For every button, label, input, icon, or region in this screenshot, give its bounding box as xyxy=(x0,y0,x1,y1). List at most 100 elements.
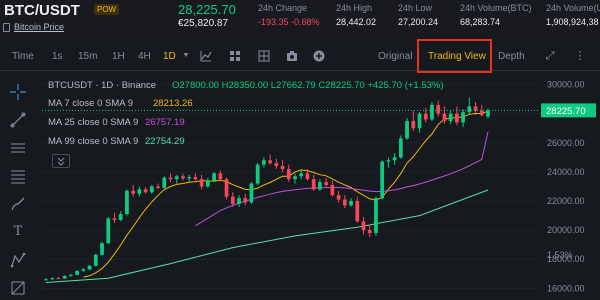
interval-1h[interactable]: 1H xyxy=(112,51,125,62)
tab-time[interactable]: Time xyxy=(12,51,34,62)
candle-body xyxy=(455,113,459,123)
candle-body xyxy=(262,160,266,165)
candle-body xyxy=(336,195,341,200)
candle-body xyxy=(112,218,117,220)
camera-icon[interactable] xyxy=(286,50,298,62)
candle-body xyxy=(342,199,347,206)
candle-body xyxy=(118,214,123,220)
view-original[interactable]: Original xyxy=(378,51,412,62)
candle-body xyxy=(75,270,79,275)
interval-4h[interactable]: 4H xyxy=(138,51,151,62)
candle-body xyxy=(218,173,223,180)
candle-body xyxy=(268,160,272,164)
candle-body xyxy=(423,113,428,120)
candle-body xyxy=(100,243,104,255)
collapse-legend-icon[interactable] xyxy=(52,154,70,168)
y-tick-label: 20000.00 xyxy=(547,225,585,235)
stat-label-volume-btc: 24h Volume(BTC) xyxy=(460,3,532,13)
candle-body xyxy=(305,173,310,180)
dropdown-caret-icon[interactable]: ▼ xyxy=(180,50,192,62)
candle-body xyxy=(293,176,297,180)
candle-body xyxy=(168,177,173,180)
candle-body xyxy=(398,138,403,158)
last-price-fiat: €25,820.87 xyxy=(178,18,229,29)
candle-body xyxy=(467,106,472,113)
candle-body xyxy=(131,190,136,194)
candle-body xyxy=(448,113,453,121)
ma7-value: 28213.26 xyxy=(153,98,193,109)
candle-body xyxy=(137,189,142,194)
chart-toolbar: Time 1s 15m 1H 4H 1D ▼ Original Trading … xyxy=(0,44,600,71)
candle-body xyxy=(486,110,490,117)
more-icon[interactable]: ⋮ xyxy=(574,50,586,62)
candle-body xyxy=(44,279,48,281)
candle-body xyxy=(286,168,291,180)
interval-15m[interactable]: 15m xyxy=(78,51,97,62)
candle-body xyxy=(69,274,73,276)
view-depth[interactable]: Depth xyxy=(498,51,525,62)
stat-value-volume-btc: 68,283.74 xyxy=(460,17,501,27)
candle-body xyxy=(430,104,434,120)
candle-body xyxy=(349,201,353,206)
stat-value-high: 28,442.02 xyxy=(336,17,377,27)
chart-settings-icon[interactable] xyxy=(229,50,241,62)
candle-body xyxy=(361,221,366,231)
stat-value-change: -193.35 -0.68% xyxy=(258,17,320,27)
candle-body xyxy=(212,173,216,181)
stat-label-high: 24h High xyxy=(336,3,373,13)
candle-body xyxy=(374,198,378,234)
ma25-label: MA 25 close 0 SMA 9 xyxy=(48,117,139,128)
expand-icon[interactable]: ⤢ xyxy=(544,50,556,62)
price-chart[interactable]: 30000.0028000.0026000.0024000.0022000.00… xyxy=(0,70,600,300)
candle-body xyxy=(125,190,129,215)
candle-body xyxy=(392,157,397,161)
candle-body xyxy=(50,278,55,280)
candle-body xyxy=(442,113,447,121)
ma25-value: 26757.19 xyxy=(145,117,185,128)
candle-body xyxy=(143,189,148,193)
candle-body xyxy=(249,183,254,203)
add-icon[interactable] xyxy=(313,50,325,62)
candle-body xyxy=(461,112,465,123)
grid-layout-icon[interactable] xyxy=(258,50,270,62)
candle-body xyxy=(56,278,61,280)
ma99-line xyxy=(45,189,489,283)
candle-body xyxy=(274,163,279,167)
candle-body xyxy=(106,218,111,244)
candle-body xyxy=(355,201,360,222)
candle-body xyxy=(311,179,316,190)
candle-body xyxy=(224,179,229,197)
ma25-line xyxy=(195,131,489,227)
stat-label-volume-usdt: 24h Volume(U xyxy=(546,3,600,13)
candle-body xyxy=(93,254,98,266)
candle-body xyxy=(205,180,210,187)
candle-body xyxy=(386,160,391,162)
candle-body xyxy=(174,176,179,180)
candle-body xyxy=(87,265,92,270)
candle-body xyxy=(81,269,86,271)
candle-body xyxy=(193,176,198,180)
stat-value-low: 27,200.24 xyxy=(398,17,439,27)
candle-body xyxy=(436,104,441,114)
candle-body xyxy=(149,186,154,193)
stat-label-change: 24h Change xyxy=(258,3,308,13)
candle-body xyxy=(380,161,385,199)
ma7-label: MA 7 close 0 SMA 9 xyxy=(48,98,134,109)
candle-body xyxy=(162,177,167,188)
candle-body xyxy=(280,166,285,169)
ma99-label: MA 99 close 0 SMA 9 xyxy=(48,136,139,147)
percent-tick-label: 1.53% xyxy=(547,250,573,260)
legend-symbol: BTCUSDT · 1D · Binance xyxy=(48,80,157,91)
highlight-box xyxy=(417,39,492,73)
interval-1d[interactable]: 1D xyxy=(163,51,176,62)
candle-body xyxy=(230,196,235,204)
candle-body xyxy=(367,230,372,234)
bitcoin-price-link[interactable]: Bitcoin Price xyxy=(14,22,64,32)
doc-icon xyxy=(3,23,10,32)
pair-title[interactable]: BTC/USDT xyxy=(4,2,80,19)
candle-body xyxy=(237,198,241,204)
indicator-icon[interactable] xyxy=(200,50,212,62)
candle-body xyxy=(243,198,248,203)
pow-badge: POW xyxy=(94,4,120,15)
interval-1s[interactable]: 1s xyxy=(52,51,63,62)
